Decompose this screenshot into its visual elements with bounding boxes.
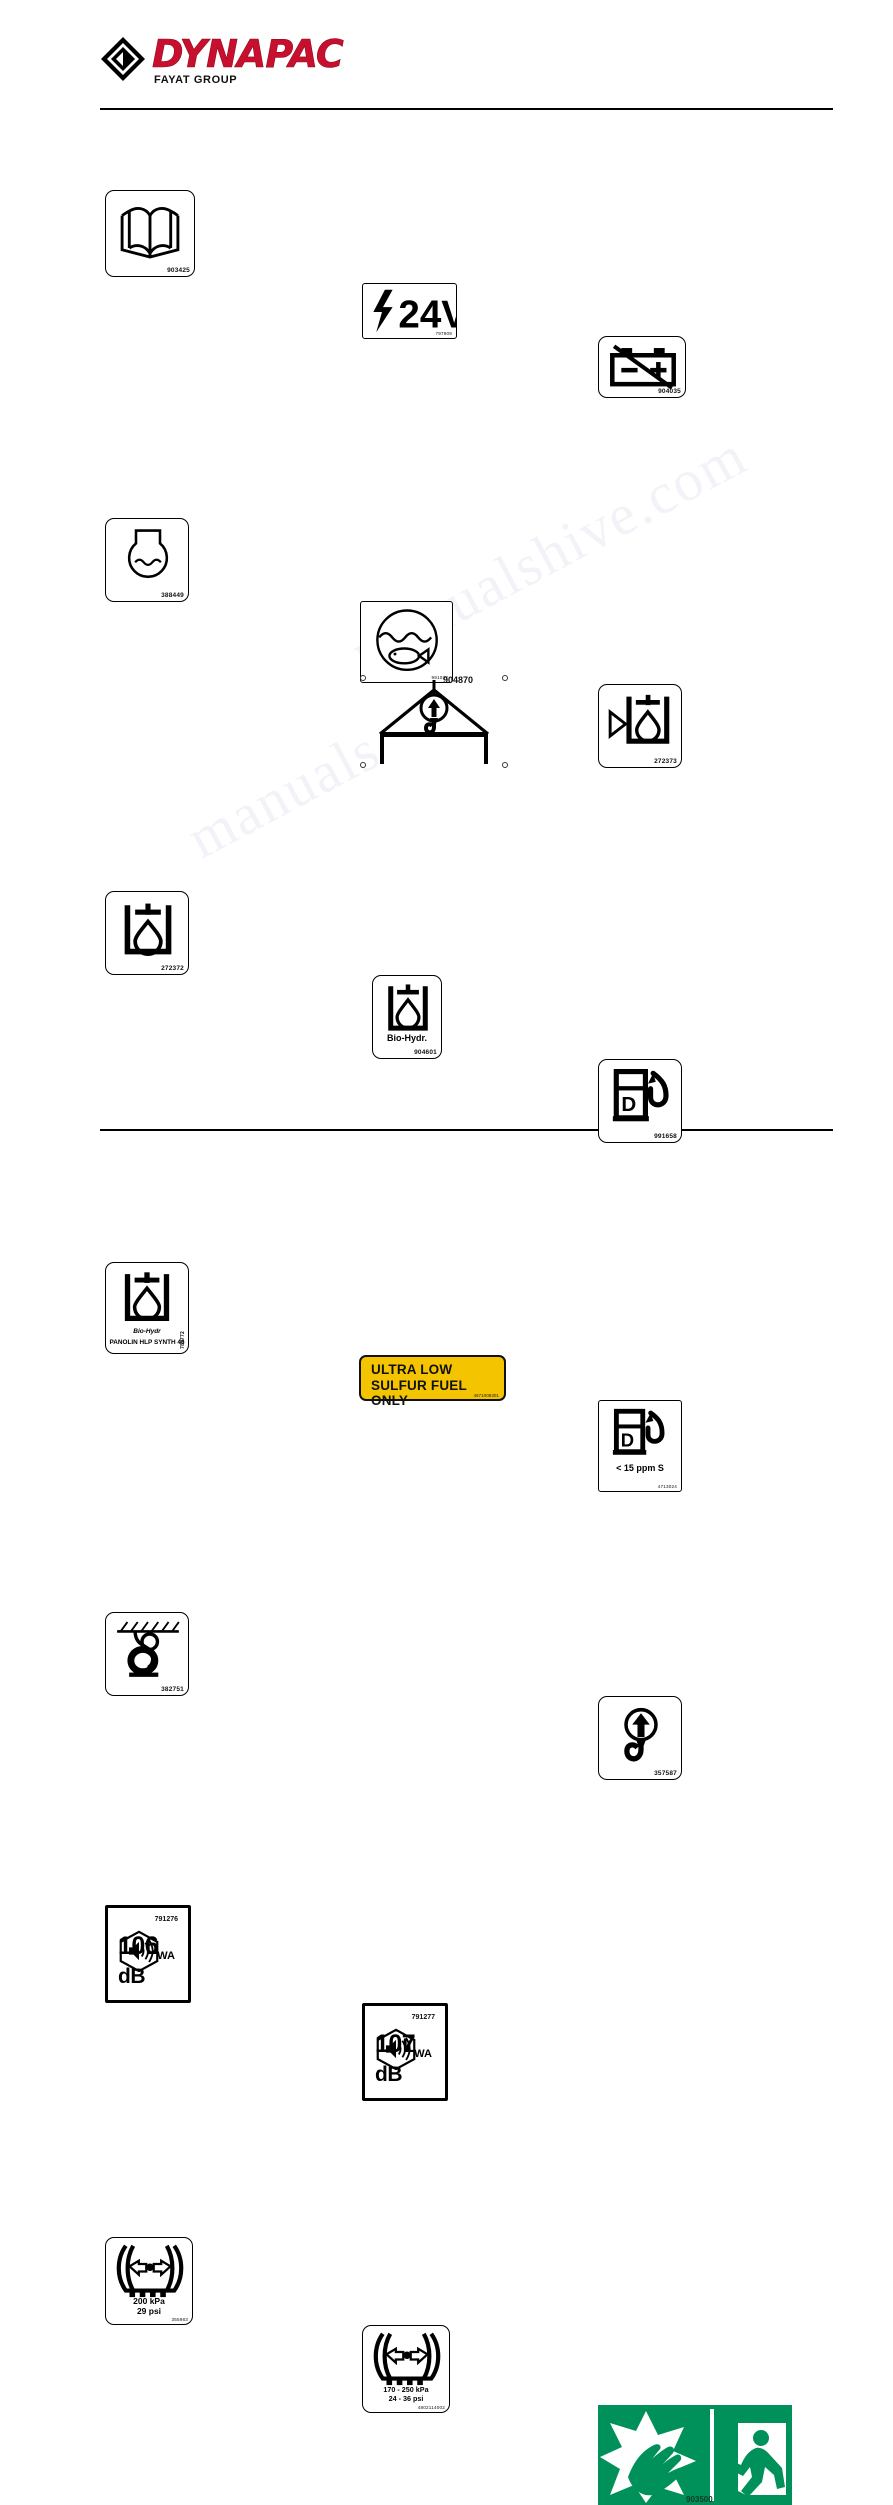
- low-sulfur-diesel-sticker: D < 15 ppm S 4713024: [598, 1400, 682, 1492]
- tyre-pressure-line1: 200 kPa: [133, 2296, 165, 2306]
- part-number: 388449: [161, 592, 184, 599]
- crane-lift-sling-icon: [378, 680, 490, 764]
- hydraulic-oil-icon: [124, 1272, 170, 1322]
- part-number: 797909: [435, 331, 452, 336]
- tyre-pressure-line1: 170 - 250 kPa: [383, 2385, 429, 2394]
- sound-value: 107 dB: [375, 2030, 416, 2086]
- diesel-fuel-sticker: D 991658: [598, 1059, 682, 1143]
- part-number: 357587: [654, 1770, 677, 1777]
- panolin-bio-hydraulic-sticker: Bio-Hydr PANOLIN HLP SYNTH 46 783772: [105, 1262, 189, 1354]
- part-number: 272372: [161, 965, 184, 972]
- tyre-pressure-icon: [373, 2332, 441, 2386]
- svg-text:D: D: [621, 1093, 636, 1116]
- db-inner-panel: 791277 LWA 107 dB: [371, 2012, 439, 2092]
- sound-power-107db-sticker: 791277 LWA 107 dB: [362, 2003, 448, 2101]
- part-number: 991658: [654, 1133, 677, 1140]
- operating-manual-sticker: 903425: [105, 190, 195, 277]
- hydraulic-oil-icon: [124, 903, 172, 957]
- bio-hydraulic-oil-sticker: Bio-Hydr. 904601: [372, 975, 442, 1059]
- battery-disconnect-sticker: 904035: [598, 336, 686, 398]
- lightning-bolt-icon: 24V: [373, 289, 456, 336]
- ultra-low-sulfur-fuel-sticker: ULTRA LOW SULFUR FUEL ONLY 4671008301: [359, 1355, 506, 1408]
- part-number: 791277: [411, 2014, 435, 2021]
- tyre-pressure-200kpa-sticker: 200 kPa 29 psi 355983: [105, 2237, 193, 2325]
- db-inner-panel: 791276 LWA 106 dB: [114, 1914, 182, 1994]
- lashing-point-sticker: 382751: [105, 1612, 189, 1696]
- part-number: 4671008301: [473, 1393, 499, 1398]
- svg-text:24V: 24V: [398, 293, 456, 336]
- fuel-pump-diesel-icon: D: [612, 1408, 665, 1455]
- sticker-caption-line1: Bio-Hydr: [133, 1328, 161, 1335]
- 24v-system-sticker: 24V 797909: [362, 283, 457, 339]
- svg-text:D: D: [621, 1429, 634, 1450]
- part-number: 382751: [161, 1686, 184, 1693]
- tyre-pressure-icon: [116, 2244, 184, 2298]
- hydraulic-oil-sticker: 272372: [105, 891, 189, 975]
- sticker-caption: < 15 ppm S: [616, 1463, 664, 1473]
- sound-value: 106 dB: [118, 1932, 159, 1988]
- part-number: 903425: [167, 267, 190, 274]
- sound-power-106db-sticker: 791276 LWA 106 dB: [105, 1905, 191, 2003]
- lifting-point-sticker: 357587: [598, 1696, 682, 1780]
- sticker-grid: 903425 24V 797909 904035 388449: [0, 0, 893, 2505]
- part-number: 4713024: [657, 1484, 677, 1489]
- hydraulic-oil-icon: [388, 984, 428, 1031]
- tyre-pressure-line2: 29 psi: [136, 2306, 162, 2316]
- part-number: 791276: [154, 1916, 178, 1923]
- tyre-pressure-170-250kpa-sticker: 170 - 250 kPa 24 - 36 psi 4802114002: [362, 2325, 450, 2413]
- water-tank-sticker: 388449: [105, 518, 189, 602]
- tie-down-hook-icon: [117, 1621, 180, 1677]
- tyre-pressure-line2: 24 - 36 psi: [388, 2394, 424, 2403]
- part-number-text: 903500: [686, 2495, 713, 2504]
- part-number: 904035: [658, 388, 681, 395]
- fuel-pump-diesel-icon: D: [612, 1069, 669, 1122]
- emergency-exit-sticker: 903500: [598, 2405, 792, 2505]
- sticker-caption: Bio-Hydr.: [386, 1033, 427, 1043]
- lifting-hook-arrow-icon: [624, 1707, 658, 1762]
- hydraulic-oil-filter-sticker: 272373: [598, 684, 682, 768]
- water-tank-icon: [127, 529, 169, 579]
- part-number: 4802114002: [417, 2405, 445, 2410]
- open-book-icon: [120, 206, 180, 259]
- part-number: 904601: [414, 1049, 437, 1056]
- part-number: 272373: [654, 758, 677, 765]
- lifting-point-diagram-sticker: 904870: [358, 672, 510, 771]
- part-number: 355983: [171, 2317, 188, 2322]
- hydraulic-oil-filter-icon: [608, 694, 670, 744]
- running-man-exit-icon: [724, 2423, 786, 2500]
- battery-crossed-icon: [610, 344, 676, 390]
- fish-in-water-icon: [376, 609, 438, 672]
- ulsf-line-1: ULTRA LOW: [371, 1362, 453, 1377]
- sticker-caption-line2: PANOLIN HLP SYNTH 46: [109, 1339, 185, 1346]
- environment-water-sticker: 991037: [360, 601, 453, 683]
- part-number: 783772: [180, 1331, 186, 1349]
- breaking-glass-hand-icon: [600, 2411, 696, 2503]
